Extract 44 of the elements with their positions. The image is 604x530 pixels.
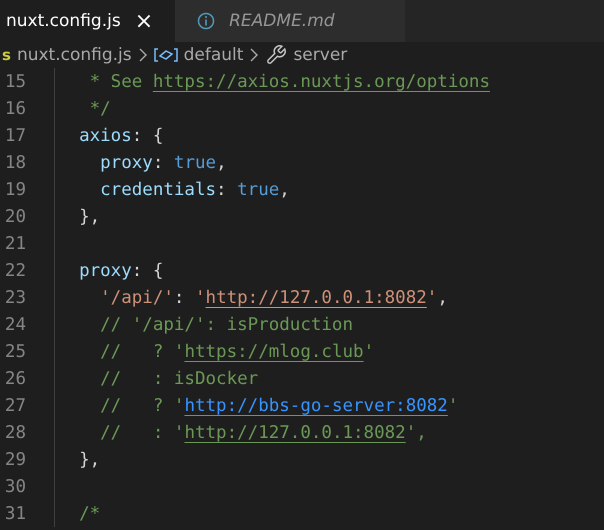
line-number: 26 (4, 368, 26, 388)
line-number: 25 (4, 342, 26, 362)
line-number: 17 (4, 126, 26, 146)
info-icon (197, 12, 216, 30)
line-number: 15 (4, 72, 26, 92)
variable-icon (154, 47, 178, 63)
code-line: axios: { (78, 126, 164, 146)
code-line: // : 'http://127.0.0.1:8082', (99, 422, 427, 442)
breadcrumb-item[interactable]: server (293, 45, 348, 65)
line-number: 20 (4, 206, 26, 226)
line-number: 18 (4, 152, 26, 172)
line-number: 16 (4, 98, 26, 118)
line-number: 22 (4, 260, 26, 280)
code-line: proxy: true, (99, 152, 227, 172)
line-number: 21 (4, 234, 26, 254)
editor-tab[interactable]: README.md (175, 0, 405, 42)
line-number: 27 (4, 396, 26, 416)
code-line: proxy: { (78, 260, 164, 280)
code-line: '/api/': 'http://127.0.0.1:8082', (99, 288, 448, 308)
code-line: // '/api/': isProduction (99, 314, 354, 334)
line-number: 31 (4, 504, 26, 524)
wrench-icon (265, 44, 288, 66)
code-line: }, (78, 206, 100, 226)
code-line: // ? 'http://bbs-go-server:8082' (99, 396, 458, 416)
code-line: * See https://axios.nuxtjs.org/options (88, 72, 490, 92)
code-line: // : isDocker (99, 368, 258, 388)
line-number: 28 (4, 422, 26, 442)
code-line: /* (78, 504, 100, 524)
code-line: credentials: true, (99, 180, 290, 200)
code-line: */ (88, 98, 111, 118)
breadcrumb-item[interactable]: default (184, 45, 244, 65)
js-file-icon: s (2, 46, 11, 64)
line-number: 29 (4, 450, 26, 470)
line-number: 30 (4, 476, 26, 496)
editor-tab[interactable]: nuxt.config.js × (0, 0, 176, 42)
line-number: 19 (4, 180, 26, 200)
line-number: 23 (4, 288, 26, 308)
line-number: 24 (4, 314, 26, 334)
breadcrumb-item[interactable]: nuxt.config.js (16, 45, 132, 65)
chevron-icon (138, 48, 148, 62)
code-line: }, (78, 450, 100, 470)
chevron-icon (249, 48, 260, 62)
code-line: // ? 'https://mlog.club' (99, 342, 374, 362)
close-icon[interactable]: × (134, 8, 154, 34)
